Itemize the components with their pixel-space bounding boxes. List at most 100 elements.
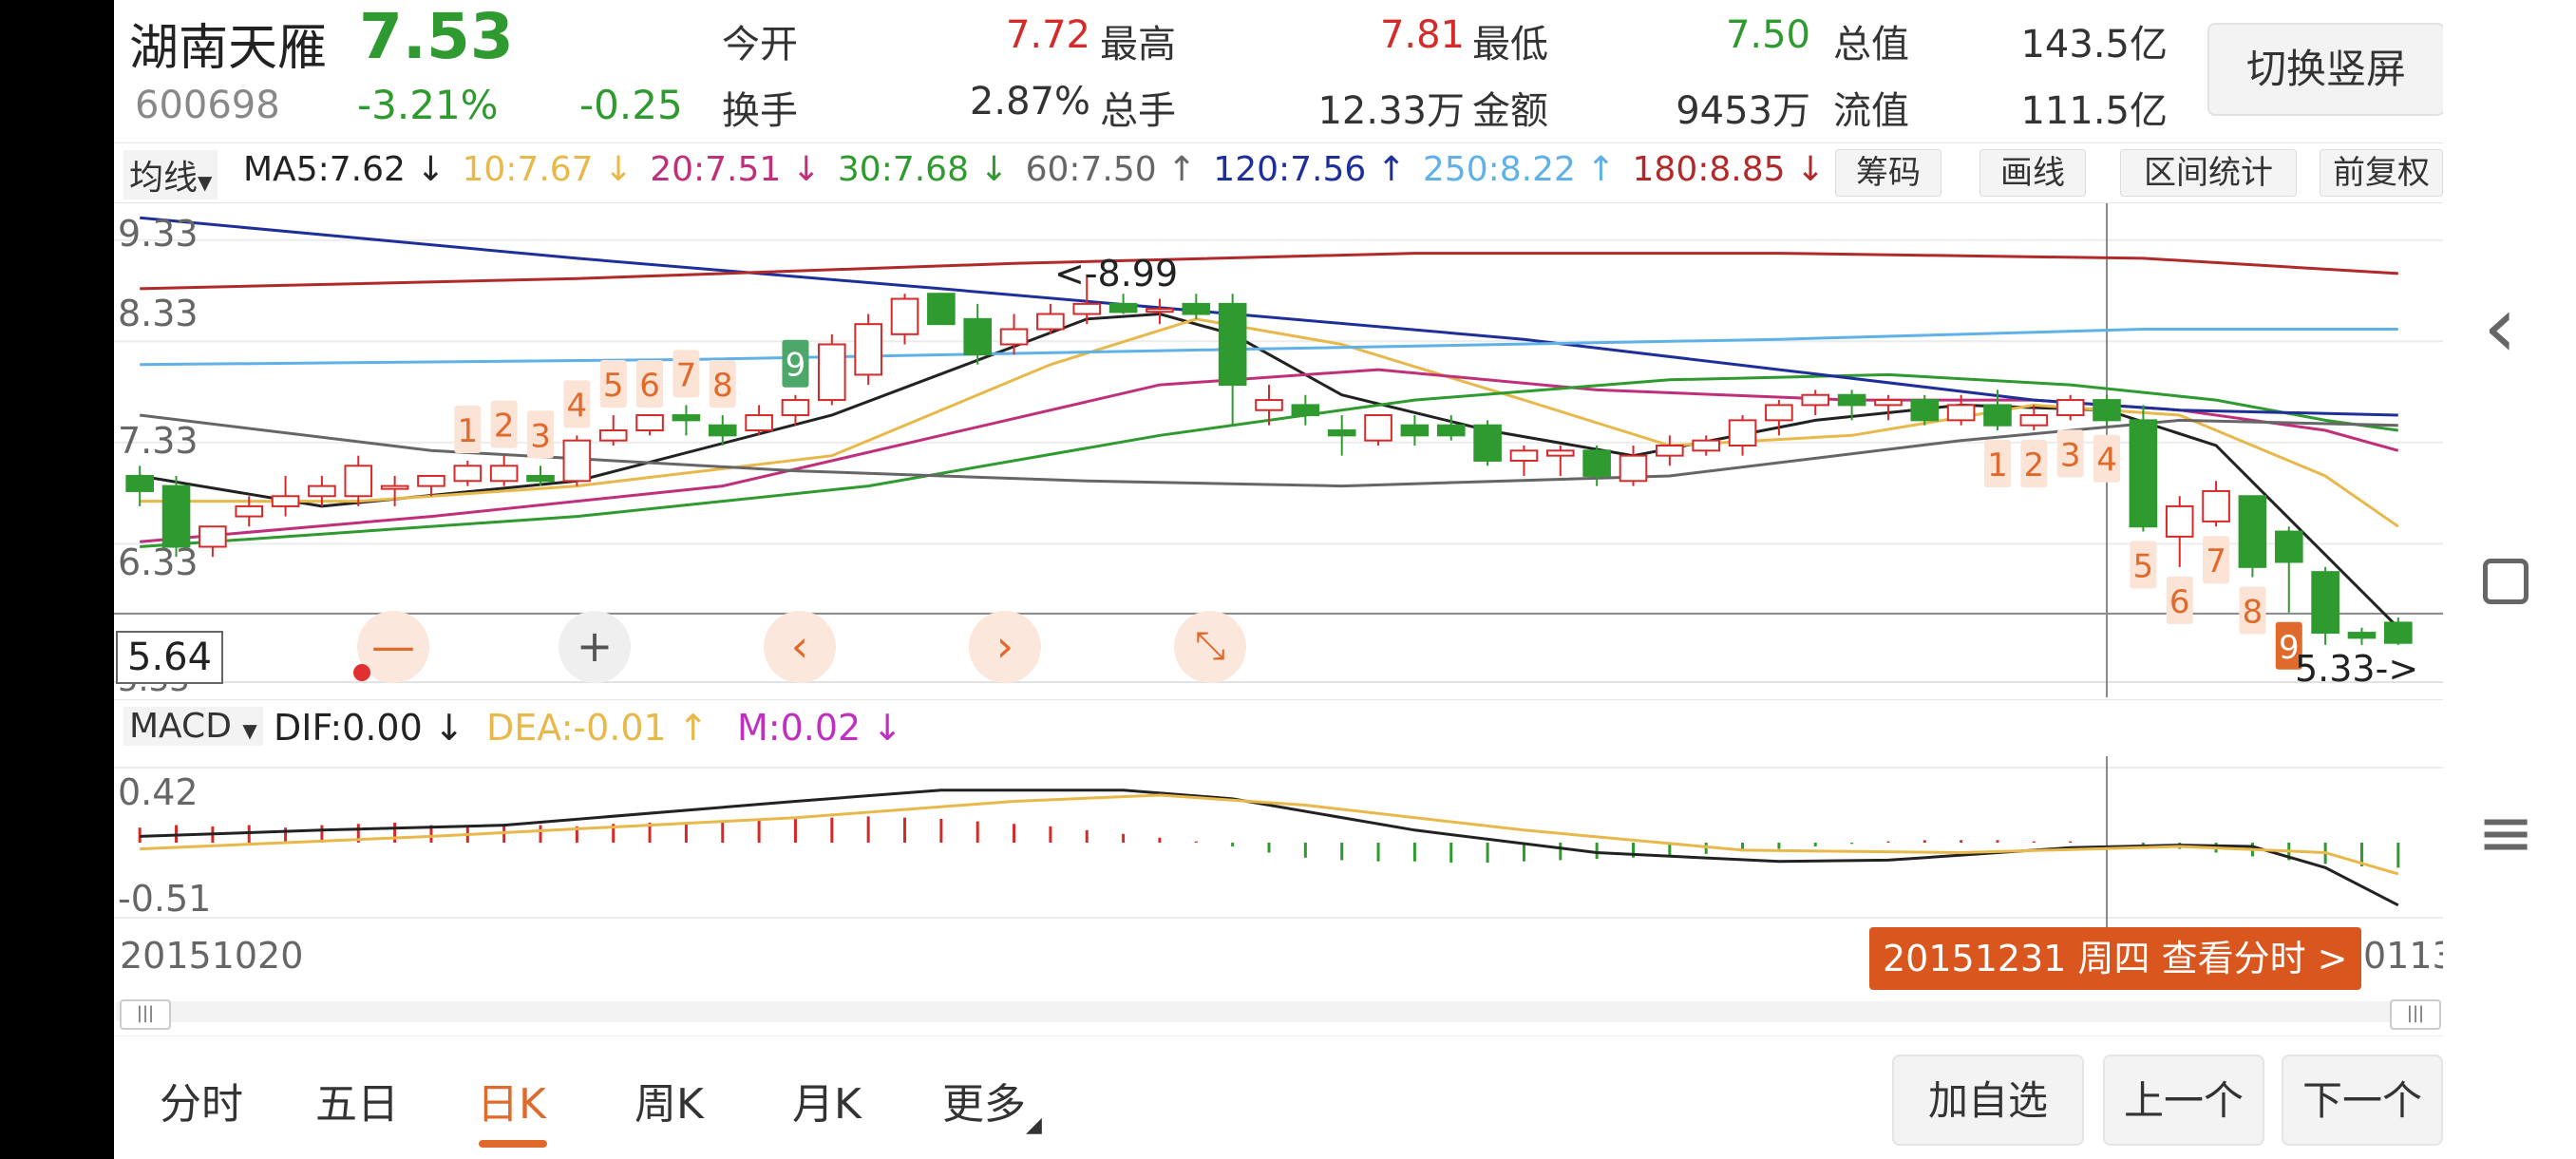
range-stats-button[interactable]: 区间统计 — [2120, 149, 2297, 197]
td-sequence-number: 2 — [2024, 446, 2045, 484]
volume-label: 总手 — [1100, 89, 1176, 133]
dropdown-arrow-icon: ▼ — [198, 171, 213, 194]
candle-body — [526, 474, 555, 483]
td-sequence-number: 5 — [603, 367, 624, 405]
draw-line-button[interactable]: 画线 — [1979, 149, 2086, 197]
pan-right-button[interactable]: › — [969, 611, 1041, 683]
candle-body — [1582, 449, 1611, 477]
chevron-left-icon: ‹ — [790, 620, 809, 672]
td-sequence-number: 1 — [1987, 446, 2008, 484]
add-watchlist-button[interactable]: 加自选 — [1892, 1054, 2084, 1146]
candle-body — [963, 317, 993, 356]
candle-body — [1072, 302, 1102, 315]
back-icon[interactable]: ‹ — [2483, 285, 2517, 370]
tab-daily-k[interactable]: 日K — [477, 1070, 546, 1130]
candle-body — [1036, 313, 1065, 331]
home-square-icon[interactable] — [2483, 559, 2529, 604]
candle-body — [598, 429, 628, 442]
candle-body — [1619, 454, 1648, 483]
dropdown-arrow-icon: ▼ — [242, 719, 257, 742]
switch-orientation-button[interactable]: 切换竖屏 — [2207, 23, 2443, 116]
td-sequence-number: 9 — [786, 347, 806, 385]
tab-monthly-k[interactable]: 月K — [792, 1070, 862, 1130]
ma-legend-item: MA5:7.62 ↓ — [243, 150, 445, 189]
y-tick-1: 8.33 — [118, 293, 199, 334]
candle-body — [1255, 399, 1283, 411]
candle-body — [1108, 302, 1138, 314]
candle-body — [271, 495, 300, 507]
chip-button[interactable]: 筹码 — [1835, 149, 1941, 197]
macd-y-tick-1: -0.51 — [118, 878, 212, 920]
tab-five-day[interactable]: 五日 — [315, 1070, 399, 1130]
red-dot-indicator — [353, 664, 370, 681]
candle-body — [344, 465, 373, 498]
view-intraday-tooltip[interactable]: 20151231 周四 查看分时 > — [1869, 927, 2361, 990]
candle-body — [380, 484, 409, 490]
y-tick-3: 6.33 — [118, 542, 199, 583]
candle-body — [745, 414, 773, 432]
candle-body — [2347, 632, 2377, 639]
ma-legend-item: 180:8.85 ↓ — [1632, 150, 1826, 189]
candle-body — [1327, 429, 1356, 437]
candle-body — [2202, 489, 2230, 522]
candle-body — [1801, 393, 1830, 407]
td-sequence-number: 6 — [2169, 583, 2190, 621]
candle-body — [1545, 449, 1575, 457]
chevron-right-icon: › — [995, 620, 1014, 672]
chart-scrollbar[interactable] — [116, 1001, 2441, 1022]
scroll-handle-left[interactable]: ||| — [120, 999, 171, 1030]
next-stock-button[interactable]: 下一个 — [2282, 1054, 2443, 1146]
candle-body — [417, 474, 445, 487]
tab-intraday[interactable]: 分时 — [160, 1070, 243, 1130]
candle-body — [199, 525, 227, 548]
kline-chart[interactable]: 1 2 345 6 7 891 2 3 456789 — [114, 203, 2443, 697]
candle-body — [1291, 404, 1320, 417]
candle-body — [2129, 419, 2158, 528]
td-sequence-number: 7 — [2206, 542, 2226, 580]
td-sequence-number: 7 — [676, 356, 697, 394]
candle-body — [2238, 495, 2267, 568]
td-sequence-number: 8 — [712, 367, 733, 405]
open-value: 7.72 — [1005, 13, 1090, 57]
ma-legend-item: 30:7.68 ↓ — [837, 150, 1009, 189]
candle-body — [1874, 399, 1903, 407]
stock-price: 7.53 — [359, 0, 514, 73]
menu-icon[interactable]: ≡ — [2477, 798, 2534, 866]
scroll-handle-right[interactable]: ||| — [2390, 999, 2441, 1030]
ma-items: MA5:7.62 ↓ 10:7.67 ↓ 20:7.51 ↓ 30:7.68 ↓ 60:… — [243, 150, 1842, 189]
candle-body — [562, 439, 592, 483]
pan-left-button[interactable]: ‹ — [764, 611, 836, 683]
candle-body — [708, 424, 737, 437]
tab-weekly-k[interactable]: 周K — [635, 1070, 704, 1130]
ma-legend-item: 120:7.56 ↑ — [1213, 150, 1406, 189]
candle-body — [854, 323, 882, 376]
macd-selector[interactable]: MACD ▼ — [123, 707, 263, 746]
macd-y-tick-0: 0.42 — [118, 771, 199, 813]
td-sequence-number: 4 — [567, 387, 588, 425]
ma-legend-item: 20:7.51 ↓ — [650, 150, 821, 189]
mcap-label: 总值 — [1833, 23, 1909, 66]
tab-more[interactable]: 更多◢ — [942, 1070, 1042, 1137]
candle-body — [927, 293, 956, 326]
td-sequence-number: 6 — [639, 367, 660, 405]
open-label: 今开 — [722, 23, 798, 66]
minus-icon: — — [371, 620, 415, 672]
candle-body — [1400, 424, 1430, 437]
corner-arrow-icon: ◢ — [1026, 1113, 1042, 1137]
candle-body — [235, 504, 264, 518]
ma-legend-item: 60:7.50 ↑ — [1025, 150, 1197, 189]
reset-zoom-button[interactable]: ⤡ — [1174, 611, 1246, 683]
turnover-value: 2.87% — [969, 80, 1090, 124]
candle-body — [1837, 393, 1866, 407]
forward-adjust-button[interactable]: 前复权 — [2320, 149, 2443, 197]
previous-stock-button[interactable]: 上一个 — [2103, 1054, 2264, 1146]
candle-body — [1436, 424, 1466, 437]
candle-body — [781, 399, 810, 417]
macd-chart[interactable] — [114, 756, 2443, 942]
stock-name: 湖南天雁 — [129, 20, 328, 77]
macd-selector-label: MACD — [129, 707, 232, 746]
ma-line-ma250 — [140, 328, 2398, 367]
zoom-in-button[interactable]: + — [559, 611, 631, 683]
start-date: 20151020 — [120, 935, 304, 977]
ma-selector[interactable]: 均线▼ — [123, 150, 218, 200]
